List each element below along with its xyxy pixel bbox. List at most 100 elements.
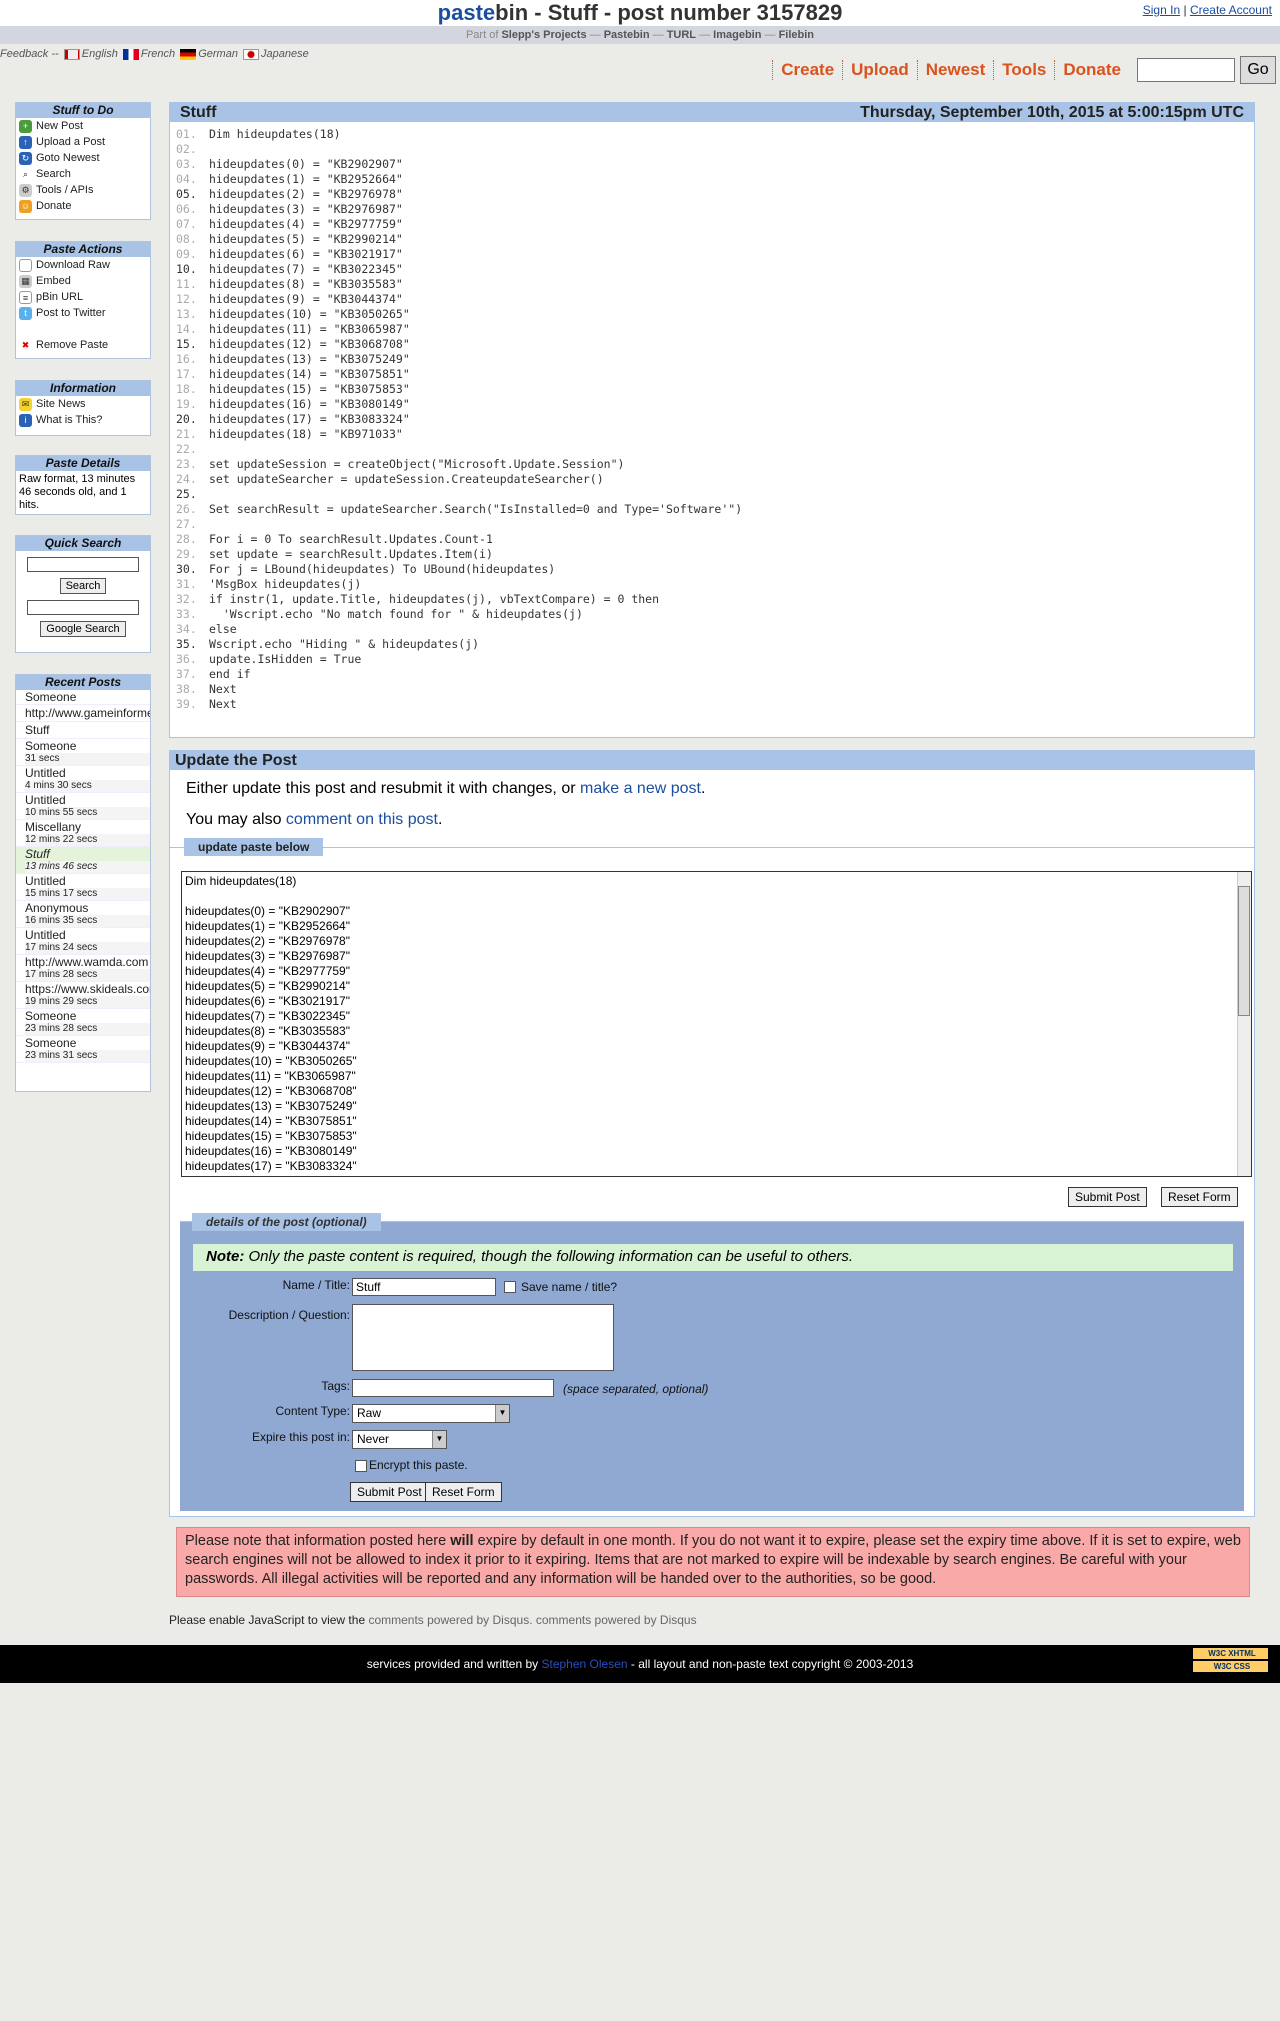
create-account-link[interactable]: Create Account	[1190, 3, 1272, 17]
embed-icon: ▦	[19, 275, 32, 288]
lang-japanese[interactable]: Japanese	[261, 48, 309, 60]
make-new-post-link[interactable]: make a new post	[580, 780, 701, 797]
recent-post-item[interactable]: Untitled 10 mins 55 secs	[16, 793, 150, 820]
recent-post-item[interactable]: http://www.gameinformer.com	[16, 705, 150, 722]
recent-post-item[interactable]: Miscellany 12 mins 22 secs	[16, 820, 150, 847]
sidebar-tools[interactable]: ⚙ Tools / APIs	[16, 182, 150, 198]
line-number: 12.	[176, 292, 197, 306]
nav-upload[interactable]: Upload	[842, 60, 917, 80]
slepps-projects-link[interactable]: Slepp's Projects	[501, 29, 586, 41]
post-details-legend: details of the post (optional)	[192, 1213, 381, 1231]
go-button[interactable]: Go	[1240, 56, 1276, 84]
recent-post-title: Miscellany	[25, 820, 82, 834]
google-search-input[interactable]	[27, 600, 139, 615]
action-download-raw[interactable]: Download Raw	[16, 257, 150, 273]
recent-post-title: http://www.gameinformer.com	[25, 706, 150, 720]
recent-post-item[interactable]: Stuff	[16, 722, 150, 739]
project-sep: —	[699, 29, 711, 41]
disqus-link[interactable]: comments powered by Disqus.	[368, 1613, 532, 1627]
footer-text: - all layout and non-paste text copyrigh…	[627, 1657, 914, 1671]
comment-link[interactable]: comment on this post	[286, 811, 438, 828]
author-link[interactable]: Stephen Olesen	[542, 1657, 628, 1671]
recent-post-item[interactable]: Someone 31 secs	[16, 739, 150, 766]
encrypt-checkbox[interactable]	[355, 1460, 367, 1472]
info-what-is-this[interactable]: i What is This?	[16, 412, 150, 428]
brand-paste[interactable]: paste	[438, 0, 495, 25]
recent-post-item[interactable]: http://www.wamda.com 17 mins 28 secs	[16, 955, 150, 982]
lang-german[interactable]: German	[198, 48, 238, 60]
project-link-pastebin[interactable]: Pastebin	[604, 29, 650, 41]
code-text: hideupdates(6) = "KB3021917"	[209, 247, 403, 261]
sidebar-upload-post[interactable]: ↑ Upload a Post	[16, 134, 150, 150]
expire-select[interactable]: Never ▼	[352, 1430, 447, 1449]
action-remove-paste[interactable]: ✖ Remove Paste	[16, 337, 150, 353]
paste-actions-title: Paste Actions	[16, 242, 150, 257]
sidebar-label: Search	[36, 168, 71, 180]
sidebar-new-post[interactable]: + New Post	[16, 118, 150, 134]
refresh-icon: ↻	[19, 152, 32, 165]
search-button[interactable]: Search	[59, 578, 107, 594]
description-textarea[interactable]	[352, 1304, 614, 1371]
english-flag-icon[interactable]	[63, 48, 80, 60]
recent-post-title: Someone	[25, 739, 77, 753]
nav-donate[interactable]: Donate	[1054, 60, 1129, 80]
textarea-scroll-thumb[interactable]	[1238, 886, 1250, 1016]
paste-textarea[interactable]: Dim hideupdates(18) hideupdates(0) = "KB…	[181, 871, 1252, 1177]
japanese-flag-icon[interactable]	[243, 48, 260, 60]
french-flag-icon[interactable]	[122, 48, 139, 60]
info-site-news[interactable]: ✉ Site News	[16, 396, 150, 412]
brand-bin[interactable]: bin	[495, 0, 528, 25]
sidebar-goto-newest[interactable]: ↻ Goto Newest	[16, 150, 150, 166]
w3c-xhtml-badge[interactable]: W3C XHTML	[1193, 1648, 1268, 1659]
action-embed[interactable]: ▦ Embed	[16, 273, 150, 289]
recent-post-item[interactable]: Someone 23 mins 28 secs	[16, 1009, 150, 1036]
quick-search-input[interactable]	[27, 557, 139, 572]
project-link-imagebin[interactable]: Imagebin	[713, 29, 761, 41]
w3c-css-badge[interactable]: W3C CSS	[1193, 1661, 1268, 1672]
lang-english[interactable]: English	[82, 48, 118, 60]
recent-post-item[interactable]: Someone 23 mins 31 secs	[16, 1036, 150, 1063]
save-name-checkbox[interactable]	[504, 1281, 516, 1293]
nav-create[interactable]: Create	[772, 60, 842, 80]
recent-post-item[interactable]: Anonymous 16 mins 35 secs	[16, 901, 150, 928]
line-number: 09.	[176, 247, 197, 261]
sidebar-search[interactable]: ⌕ Search	[16, 166, 150, 182]
tags-input[interactable]	[352, 1379, 554, 1397]
action-post-twitter[interactable]: t Post to Twitter	[16, 305, 150, 321]
action-pbin-url[interactable]: ≡ pBin URL	[16, 289, 150, 305]
recent-post-item[interactable]: Untitled 15 mins 17 secs	[16, 874, 150, 901]
feedback-link[interactable]: Feedback --	[0, 48, 59, 60]
recent-post-item[interactable]: https://www.skideals.com 19 mins 29 secs	[16, 982, 150, 1009]
line-number: 38.	[176, 682, 197, 696]
paste-view: Stuff Thursday, September 10th, 2015 at …	[169, 102, 1255, 738]
content-type-select[interactable]: Raw ▼	[352, 1404, 510, 1423]
german-flag-icon[interactable]	[180, 48, 197, 60]
code-line: 21. hideupdates(18) = "KB971033"	[176, 427, 1248, 442]
code-line: 16. hideupdates(13) = "KB3075249"	[176, 352, 1248, 367]
magnifier-icon: ⌕	[22, 169, 29, 179]
submit-post-button[interactable]: Submit Post	[350, 1482, 429, 1502]
name-title-input[interactable]: Stuff	[352, 1278, 496, 1296]
recent-post-item[interactable]: Untitled 4 mins 30 secs	[16, 766, 150, 793]
reset-form-button-top[interactable]: Reset Form	[1161, 1187, 1238, 1207]
sidebar-donate[interactable]: ☺ Donate	[16, 198, 150, 214]
project-link-filebin[interactable]: Filebin	[779, 29, 814, 41]
sign-in-link[interactable]: Sign In	[1143, 3, 1180, 17]
nav-tools[interactable]: Tools	[993, 60, 1054, 80]
action-label: Download Raw	[36, 259, 110, 271]
line-number: 13.	[176, 307, 197, 321]
top-search-input[interactable]	[1137, 58, 1235, 82]
information-box: Information ✉ Site News i What is This?	[15, 380, 151, 436]
google-search-button[interactable]: Google Search	[40, 621, 126, 637]
submit-post-button-top[interactable]: Submit Post	[1068, 1187, 1147, 1207]
nav-newest[interactable]: Newest	[916, 60, 994, 80]
line-number: 22.	[176, 442, 197, 456]
project-link-turl[interactable]: TURL	[667, 29, 696, 41]
reset-form-button[interactable]: Reset Form	[425, 1482, 502, 1502]
disqus-link[interactable]: comments powered by Disqus	[536, 1613, 697, 1627]
recent-post-item[interactable]: Untitled 17 mins 24 secs	[16, 928, 150, 955]
recent-post-item[interactable]: Someone	[16, 690, 150, 705]
paste-textarea-content[interactable]: Dim hideupdates(18) hideupdates(0) = "KB…	[182, 872, 1251, 1176]
lang-french[interactable]: French	[141, 48, 175, 60]
recent-post-item-current[interactable]: Stuff 13 mins 46 secs	[16, 847, 150, 874]
